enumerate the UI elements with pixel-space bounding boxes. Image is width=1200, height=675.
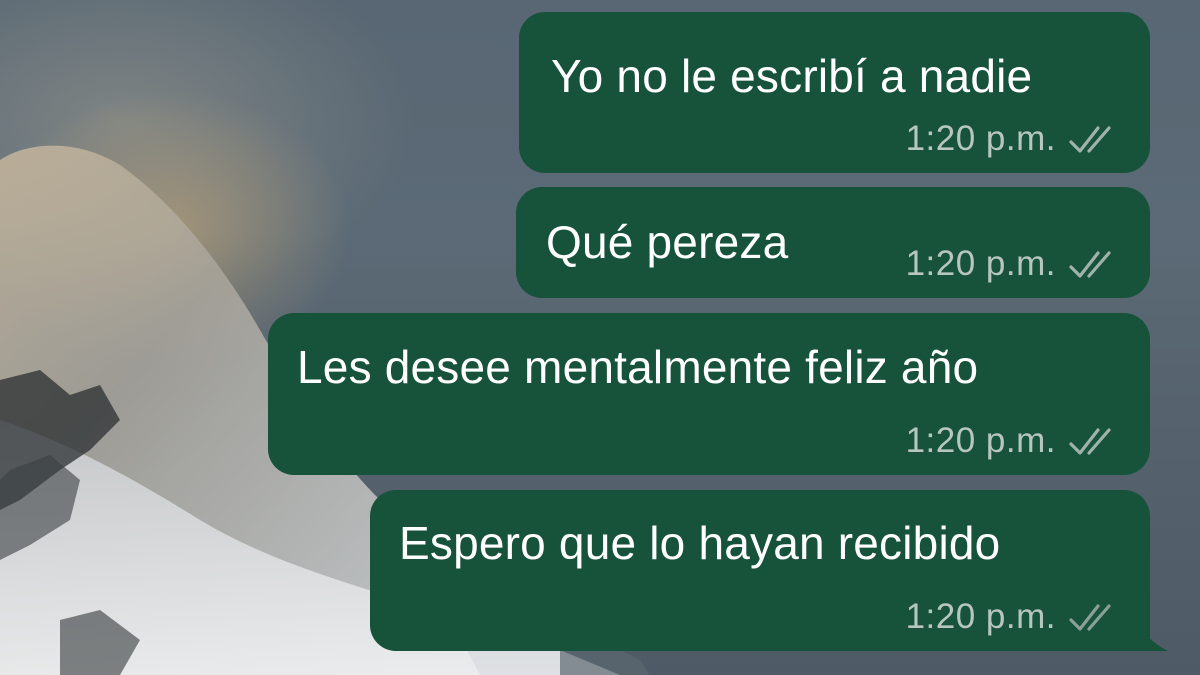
message-meta: 1:20 p.m. [906,597,1122,637]
message-meta: 1:20 p.m. [906,119,1122,159]
message-tail [1130,611,1168,651]
message-time: 1:20 p.m. [905,244,1056,283]
message-text: Les desee mentalmente feliz año [297,341,979,393]
outgoing-message[interactable]: Espero que lo hayan recibido 1:20 p.m. [370,490,1150,651]
message-time: 1:20 p.m. [905,421,1056,460]
double-check-icon [1069,251,1111,278]
message-text: Qué pereza [546,216,789,268]
message-text: Yo no le escribí a nadie [551,50,1033,102]
message-list[interactable]: Yo no le escribí a nadie 1:20 p.m. Qué p… [0,0,1200,675]
outgoing-message[interactable]: Yo no le escribí a nadie 1:20 p.m. [519,12,1150,173]
message-time: 1:20 p.m. [905,119,1056,158]
message-time: 1:20 p.m. [905,597,1056,636]
double-check-icon [1069,604,1111,631]
message-text: Espero que lo hayan recibido [399,517,1001,569]
outgoing-message[interactable]: Les desee mentalmente feliz año 1:20 p.m… [268,313,1150,475]
outgoing-message[interactable]: Qué pereza 1:20 p.m. [516,187,1150,298]
double-check-icon [1069,126,1111,153]
message-meta: 1:20 p.m. [906,421,1122,461]
double-check-icon [1069,428,1111,455]
message-meta: 1:20 p.m. [906,244,1122,284]
